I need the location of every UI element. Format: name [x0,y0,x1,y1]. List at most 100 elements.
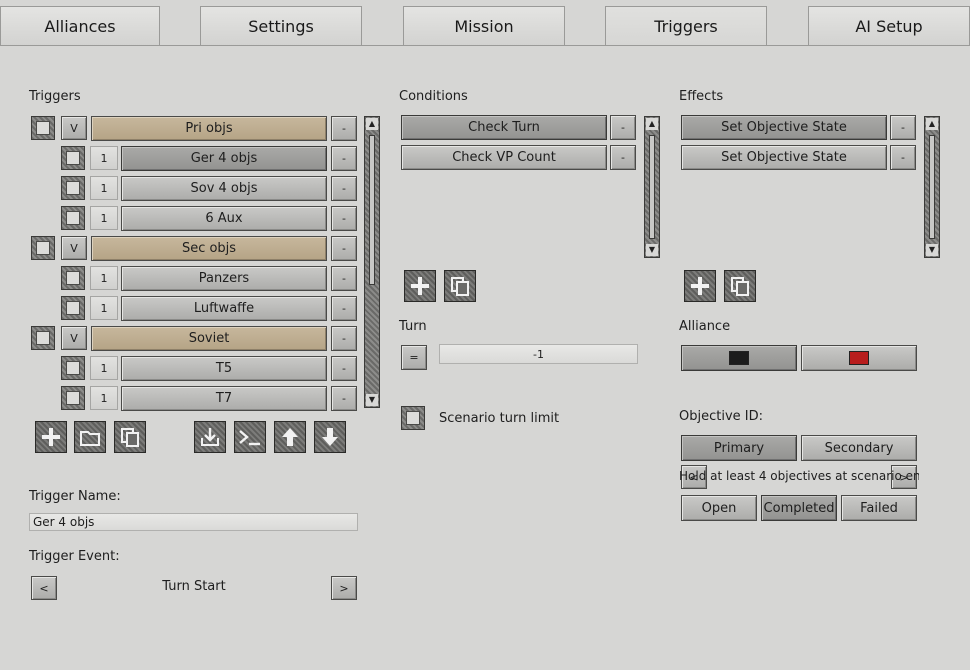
trigger-count: 1 [90,356,118,380]
remove-condition-button[interactable]: - [610,145,636,170]
trigger-enable-checkbox[interactable] [61,176,85,200]
trigger-item[interactable]: T7 [121,386,327,411]
trigger-enable-checkbox[interactable] [61,356,85,380]
trigger-list-scrollbar[interactable]: ▲ ▼ [364,116,380,408]
trigger-enable-checkbox[interactable] [31,116,55,140]
alliance-1-button[interactable] [681,345,797,371]
add-condition-button[interactable] [404,270,436,302]
remove-trigger-button[interactable]: - [331,296,357,321]
trigger-item[interactable]: Ger 4 objs [121,146,327,171]
effect-item[interactable]: Set Objective State [681,115,887,140]
add-trigger-button[interactable] [35,421,67,453]
scroll-thumb[interactable] [929,135,935,239]
trigger-event-label: Trigger Event: [29,549,120,564]
group-toggle-button[interactable]: V [61,116,87,140]
remove-trigger-button[interactable]: - [331,206,357,231]
effects-heading: Effects [679,89,724,104]
trigger-enable-checkbox[interactable] [61,266,85,290]
turn-operator-button[interactable]: = [401,345,427,370]
remove-condition-button[interactable]: - [610,115,636,140]
plus-icon [411,277,429,295]
trigger-count: 1 [90,296,118,320]
tab-mission[interactable]: Mission [403,6,565,46]
copy-effect-button[interactable] [724,270,756,302]
effect-item[interactable]: Set Objective State [681,145,887,170]
trigger-count: 1 [90,266,118,290]
trigger-event-value: Turn Start [162,579,226,594]
copy-icon [451,277,469,296]
scroll-thumb[interactable] [369,135,375,285]
move-down-button[interactable] [314,421,346,453]
trigger-group[interactable]: Pri objs [91,116,327,141]
copy-condition-button[interactable] [444,270,476,302]
state-completed-button[interactable]: Completed [761,495,837,521]
console-button[interactable] [234,421,266,453]
trigger-group[interactable]: Soviet [91,326,327,351]
trigger-count: 1 [90,146,118,170]
scroll-up-icon[interactable]: ▲ [366,118,378,130]
alliance-2-button[interactable] [801,345,917,371]
remove-trigger-button[interactable]: - [331,386,357,411]
remove-effect-button[interactable]: - [890,115,916,140]
tab-alliances[interactable]: Alliances [0,6,160,46]
trigger-item[interactable]: Sov 4 objs [121,176,327,201]
trigger-group[interactable]: Sec objs [91,236,327,261]
scenario-turn-limit-checkbox[interactable] [401,406,425,430]
condition-item[interactable]: Check Turn [401,115,607,140]
trigger-item[interactable]: Luftwaffe [121,296,327,321]
plus-icon [691,277,709,295]
alliance-2-color-swatch [849,351,869,365]
remove-trigger-button[interactable]: - [331,176,357,201]
turn-value-input[interactable]: -1 [439,344,638,364]
copy-icon [121,428,139,447]
tab-ai-setup[interactable]: AI Setup [808,6,970,46]
condition-item[interactable]: Check VP Count [401,145,607,170]
scroll-down-icon[interactable]: ▼ [646,244,658,256]
trigger-name-input[interactable]: Ger 4 objs [29,513,358,531]
scroll-thumb[interactable] [649,135,655,239]
alliance-label: Alliance [679,319,731,334]
remove-trigger-button[interactable]: - [331,266,357,291]
remove-trigger-button[interactable]: - [331,356,357,381]
group-toggle-button[interactable]: V [61,236,87,260]
add-effect-button[interactable] [684,270,716,302]
trigger-enable-checkbox[interactable] [31,236,55,260]
trigger-item[interactable]: Panzers [121,266,327,291]
add-folder-button[interactable] [74,421,106,453]
turn-label: Turn [399,319,427,334]
group-toggle-button[interactable]: V [61,326,87,350]
remove-trigger-button[interactable]: - [331,116,357,141]
copy-trigger-button[interactable] [114,421,146,453]
primary-objective-button[interactable]: Primary [681,435,797,461]
trigger-count: 1 [90,386,118,410]
effects-scrollbar[interactable]: ▲ ▼ [924,116,940,258]
trigger-event-prev-button[interactable]: < [31,576,57,600]
scroll-up-icon[interactable]: ▲ [926,118,938,130]
trigger-item[interactable]: T5 [121,356,327,381]
trigger-enable-checkbox[interactable] [61,206,85,230]
remove-effect-button[interactable]: - [890,145,916,170]
trigger-event-next-button[interactable]: > [331,576,357,600]
scroll-up-icon[interactable]: ▲ [646,118,658,130]
state-open-button[interactable]: Open [681,495,757,521]
trigger-enable-checkbox[interactable] [61,386,85,410]
state-failed-button[interactable]: Failed [841,495,917,521]
import-trigger-button[interactable] [194,421,226,453]
remove-trigger-button[interactable]: - [331,236,357,261]
triggers-heading: Triggers [29,89,81,104]
trigger-count: 1 [90,206,118,230]
trigger-item[interactable]: 6 Aux [121,206,327,231]
tab-triggers[interactable]: Triggers [605,6,767,46]
trigger-name-label: Trigger Name: [29,489,121,504]
trigger-enable-checkbox[interactable] [61,296,85,320]
move-up-button[interactable] [274,421,306,453]
tab-settings[interactable]: Settings [200,6,362,46]
scroll-down-icon[interactable]: ▼ [366,394,378,406]
remove-trigger-button[interactable]: - [331,146,357,171]
remove-trigger-button[interactable]: - [331,326,357,351]
trigger-enable-checkbox[interactable] [31,326,55,350]
scroll-down-icon[interactable]: ▼ [926,244,938,256]
secondary-objective-button[interactable]: Secondary [801,435,917,461]
conditions-scrollbar[interactable]: ▲ ▼ [644,116,660,258]
trigger-enable-checkbox[interactable] [61,146,85,170]
